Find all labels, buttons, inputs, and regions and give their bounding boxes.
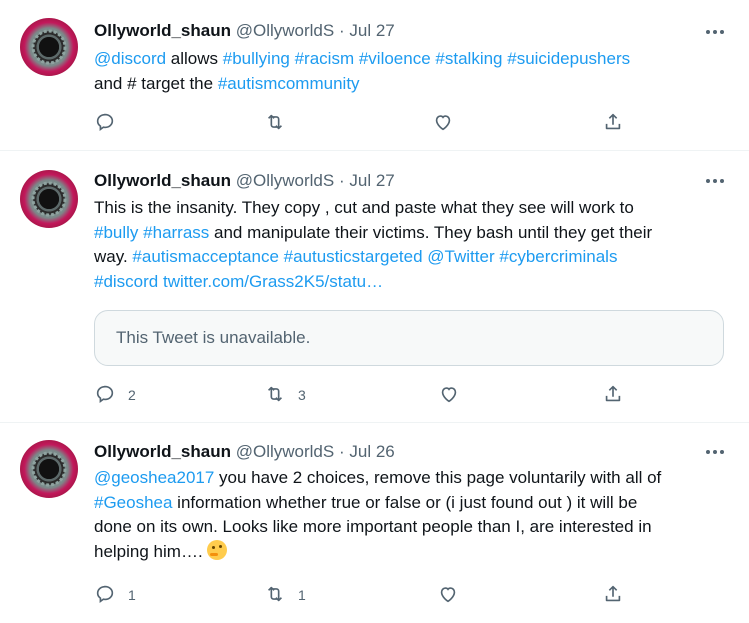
like-button[interactable] bbox=[437, 583, 471, 607]
tweet-text-line: done on its own. Looks like more importa… bbox=[94, 515, 734, 540]
reply-icon bbox=[94, 111, 116, 136]
share-button[interactable] bbox=[602, 583, 624, 607]
tweet-text-line: #discord twitter.com/Grass2K5/statu… bbox=[94, 270, 734, 295]
tweet-text: @geoshea2017 you have 2 choices, remove … bbox=[94, 466, 734, 564]
user-handle[interactable]: @OllyworldS bbox=[236, 442, 335, 461]
retweet-count: 3 bbox=[298, 387, 306, 403]
tweet-text-segment: and # target the bbox=[94, 73, 218, 93]
tweet-text-segment: information whether true or false or (i … bbox=[172, 492, 638, 512]
tweet-text: @discord allows #bullying #racism #viloe… bbox=[94, 47, 734, 96]
tweet-text-line: way. #autismacceptance #autusticstargete… bbox=[94, 245, 734, 270]
hashtag-link[interactable]: #Geoshea bbox=[94, 493, 172, 512]
tweet-text-line: helping him…. bbox=[94, 539, 734, 565]
tweet-text-segment: This is the insanity. They copy , cut an… bbox=[94, 198, 634, 217]
user-handle[interactable]: @OllyworldS bbox=[236, 21, 335, 40]
display-name[interactable]: Ollyworld_shaun bbox=[94, 21, 231, 40]
tweet-text-segment: allows bbox=[166, 49, 223, 68]
tweet-text-line: This is the insanity. They copy , cut an… bbox=[94, 196, 734, 221]
mention-link[interactable]: @geoshea2017 bbox=[94, 468, 214, 487]
reply-button[interactable] bbox=[94, 111, 128, 135]
more-icon[interactable] bbox=[703, 173, 727, 189]
hashtag-link[interactable]: #bully bbox=[94, 223, 138, 242]
share-button[interactable] bbox=[602, 383, 624, 407]
tweet-text-line: @discord allows #bullying #racism #viloe… bbox=[94, 47, 734, 72]
avatar[interactable] bbox=[20, 440, 78, 498]
tweet-header: Ollyworld_shaun @OllyworldS · Jul 27 bbox=[94, 20, 395, 42]
hashtag-link[interactable]: #harrass bbox=[143, 223, 209, 242]
hashtag-link[interactable]: #viloence bbox=[359, 49, 431, 68]
separator-dot: · bbox=[338, 21, 345, 40]
tweet[interactable]: Ollyworld_shaun @OllyworldS · Jul 27 Thi… bbox=[0, 152, 749, 423]
separator-dot: · bbox=[338, 171, 345, 190]
hashtag-link[interactable]: #racism bbox=[295, 49, 355, 68]
hashtag-link[interactable]: #bullying bbox=[223, 49, 290, 68]
hashtag-link[interactable]: #suicidepushers bbox=[507, 49, 630, 68]
tweet-text-segment: done on its own. Looks like more importa… bbox=[94, 517, 652, 536]
retweet-icon bbox=[264, 383, 286, 408]
more-icon[interactable] bbox=[703, 444, 727, 460]
mention-link[interactable]: @Twitter bbox=[427, 247, 494, 266]
tweet-header: Ollyworld_shaun @OllyworldS · Jul 26 bbox=[94, 441, 395, 463]
tweet-date[interactable]: Jul 27 bbox=[349, 21, 394, 40]
retweet-icon bbox=[264, 583, 286, 608]
url-link[interactable]: twitter.com/Grass2K5/statu… bbox=[163, 272, 383, 291]
action-bar: 2 3 bbox=[94, 383, 634, 407]
like-icon bbox=[432, 111, 454, 136]
user-handle[interactable]: @OllyworldS bbox=[236, 171, 335, 190]
hashtag-link[interactable]: #stalking bbox=[435, 49, 502, 68]
more-icon[interactable] bbox=[703, 24, 727, 40]
reply-count: 1 bbox=[128, 587, 136, 603]
hashtag-link[interactable]: #discord bbox=[94, 272, 158, 291]
thinking-face-emoji bbox=[207, 539, 228, 560]
share-icon bbox=[602, 111, 624, 136]
display-name[interactable]: Ollyworld_shaun bbox=[94, 442, 231, 461]
reply-icon bbox=[94, 383, 116, 408]
tweet-date[interactable]: Jul 27 bbox=[349, 171, 394, 190]
tweet-text-segment: helping him…. bbox=[94, 541, 208, 561]
retweet-button[interactable]: 1 bbox=[264, 583, 306, 607]
tweet-text-line: and # target the #autismcommunity bbox=[94, 72, 734, 97]
tweet-text-line: #Geoshea information whether true or fal… bbox=[94, 491, 734, 516]
like-button[interactable] bbox=[438, 383, 472, 407]
mention-link[interactable]: @discord bbox=[94, 49, 166, 68]
tweet-text-segment: way. bbox=[94, 247, 133, 266]
retweet-icon bbox=[264, 111, 286, 136]
hashtag-link[interactable]: #cybercriminals bbox=[499, 247, 617, 266]
hashtag-link[interactable]: #autusticstargeted bbox=[284, 247, 423, 266]
reply-button[interactable]: 1 bbox=[94, 583, 136, 607]
like-icon bbox=[438, 383, 460, 408]
share-button[interactable] bbox=[602, 111, 624, 135]
tweet-header: Ollyworld_shaun @OllyworldS · Jul 27 bbox=[94, 170, 395, 192]
tweet-text-segment: and manipulate their victims. They bash … bbox=[209, 222, 653, 242]
retweet-button[interactable] bbox=[264, 111, 298, 135]
tweet[interactable]: Ollyworld_shaun @OllyworldS · Jul 27 @di… bbox=[0, 0, 749, 151]
display-name[interactable]: Ollyworld_shaun bbox=[94, 171, 231, 190]
share-icon bbox=[602, 383, 624, 408]
reply-icon bbox=[94, 583, 116, 608]
share-icon bbox=[602, 583, 624, 608]
hashtag-link[interactable]: #autismacceptance bbox=[132, 247, 278, 266]
avatar[interactable] bbox=[20, 18, 78, 76]
like-icon bbox=[437, 583, 459, 608]
like-button[interactable] bbox=[432, 111, 466, 135]
retweet-button[interactable]: 3 bbox=[264, 383, 306, 407]
action-bar bbox=[94, 111, 634, 135]
tweet-text-line: @geoshea2017 you have 2 choices, remove … bbox=[94, 466, 734, 491]
reply-count: 2 bbox=[128, 387, 136, 403]
quoted-tweet[interactable]: This Tweet is unavailable. bbox=[94, 310, 724, 366]
tweet-text-segment: you have 2 choices, remove this page vol… bbox=[214, 468, 662, 487]
tweet-date[interactable]: Jul 26 bbox=[349, 442, 394, 461]
tweet[interactable]: Ollyworld_shaun @OllyworldS · Jul 26 @ge… bbox=[0, 424, 749, 623]
reply-button[interactable]: 2 bbox=[94, 383, 136, 407]
tweet-text-line: #bully #harrass and manipulate their vic… bbox=[94, 221, 734, 246]
quoted-tweet-text: This Tweet is unavailable. bbox=[116, 328, 311, 347]
tweet-text: This is the insanity. They copy , cut an… bbox=[94, 196, 734, 294]
retweet-count: 1 bbox=[298, 587, 306, 603]
avatar[interactable] bbox=[20, 170, 78, 228]
separator-dot: · bbox=[338, 442, 345, 461]
action-bar: 1 1 bbox=[94, 583, 634, 607]
hashtag-link[interactable]: #autismcommunity bbox=[218, 74, 360, 93]
